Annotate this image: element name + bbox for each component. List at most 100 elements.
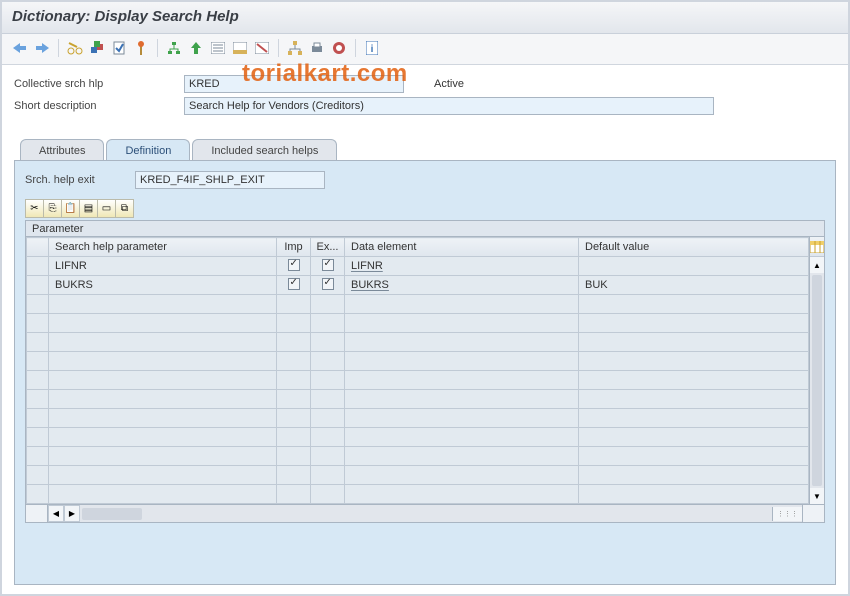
row-selector[interactable] (27, 409, 49, 428)
col-header-exp[interactable]: Ex... (311, 238, 345, 257)
cell-imp[interactable] (277, 295, 311, 314)
cell-param[interactable] (49, 390, 277, 409)
cell-exp[interactable] (311, 295, 345, 314)
cut-button[interactable]: ✂ (25, 199, 44, 218)
back-button[interactable] (10, 38, 30, 58)
cell-default[interactable] (579, 447, 809, 466)
table-row[interactable]: LIFNRLIFNR (27, 257, 809, 276)
insert-row-button[interactable]: ▤ (79, 199, 98, 218)
cell-elem[interactable] (345, 314, 579, 333)
cell-param[interactable] (49, 333, 277, 352)
scroll-up-button[interactable]: ▲ (810, 257, 824, 273)
table-row[interactable] (27, 352, 809, 371)
cell-elem[interactable] (345, 447, 579, 466)
exit-input[interactable] (135, 171, 325, 189)
cell-imp[interactable] (277, 371, 311, 390)
cell-param[interactable] (49, 485, 277, 504)
cell-default[interactable] (579, 428, 809, 447)
scroll-right-button[interactable]: ▶ (64, 505, 80, 522)
cell-elem[interactable] (345, 466, 579, 485)
cell-exp[interactable] (311, 352, 345, 371)
cell-exp[interactable] (311, 485, 345, 504)
row-selector[interactable] (27, 466, 49, 485)
row-selector[interactable] (27, 333, 49, 352)
cell-default[interactable] (579, 371, 809, 390)
row-selector[interactable] (27, 485, 49, 504)
row-selector[interactable] (27, 295, 49, 314)
cell-imp[interactable] (277, 428, 311, 447)
cell-elem[interactable] (345, 295, 579, 314)
table-row[interactable] (27, 428, 809, 447)
row-selector[interactable] (27, 276, 49, 295)
cell-default[interactable] (579, 409, 809, 428)
duplicate-row-button[interactable]: ⧉ (115, 199, 134, 218)
delete-row-button[interactable]: ▭ (97, 199, 116, 218)
cell-default[interactable]: BUK (579, 276, 809, 295)
cell-exp[interactable] (311, 257, 345, 276)
row-selector[interactable] (27, 352, 49, 371)
h-scroll-thumb[interactable] (82, 508, 142, 520)
cell-default[interactable] (579, 333, 809, 352)
collective-name-input[interactable] (184, 75, 404, 93)
resize-grip[interactable]: ⋮⋮⋮ (772, 507, 802, 521)
cell-imp[interactable] (277, 257, 311, 276)
cell-elem[interactable]: LIFNR (345, 257, 579, 276)
table-row[interactable] (27, 447, 809, 466)
cell-elem[interactable]: BUKRS (345, 276, 579, 295)
cell-default[interactable] (579, 257, 809, 276)
cell-param[interactable] (49, 466, 277, 485)
other-object-button[interactable] (87, 38, 107, 58)
cell-default[interactable] (579, 314, 809, 333)
table-row[interactable] (27, 371, 809, 390)
print-button[interactable] (307, 38, 327, 58)
cell-default[interactable] (579, 352, 809, 371)
short-desc-input[interactable] (184, 97, 714, 115)
cell-imp[interactable] (277, 314, 311, 333)
row-selector-header[interactable] (27, 238, 49, 257)
table-row[interactable] (27, 295, 809, 314)
cell-exp[interactable] (311, 409, 345, 428)
col-header-imp[interactable]: Imp (277, 238, 311, 257)
row-selector[interactable] (27, 257, 49, 276)
cell-elem[interactable] (345, 485, 579, 504)
cell-imp[interactable] (277, 333, 311, 352)
col-header-param[interactable]: Search help parameter (49, 238, 277, 257)
where-used-button[interactable] (164, 38, 184, 58)
cell-param[interactable] (49, 409, 277, 428)
cell-imp[interactable] (277, 276, 311, 295)
table-config-button[interactable] (810, 237, 824, 257)
row-selector[interactable] (27, 447, 49, 466)
cell-exp[interactable] (311, 276, 345, 295)
table-row[interactable] (27, 466, 809, 485)
cell-imp[interactable] (277, 447, 311, 466)
scroll-left-button[interactable]: ◀ (48, 505, 64, 522)
cell-default[interactable] (579, 295, 809, 314)
table-row[interactable] (27, 333, 809, 352)
cell-exp[interactable] (311, 390, 345, 409)
cell-default[interactable] (579, 485, 809, 504)
cell-exp[interactable] (311, 447, 345, 466)
cell-elem[interactable] (345, 352, 579, 371)
cell-elem[interactable] (345, 428, 579, 447)
cell-elem[interactable] (345, 371, 579, 390)
scroll-down-button[interactable]: ▼ (810, 488, 824, 504)
cell-param[interactable]: BUKRS (49, 276, 277, 295)
activate-button[interactable] (131, 38, 151, 58)
tech-settings-button[interactable] (329, 38, 349, 58)
cell-imp[interactable] (277, 485, 311, 504)
append-button[interactable] (230, 38, 250, 58)
table-row[interactable] (27, 314, 809, 333)
table-row[interactable]: BUKRSBUKRSBUK (27, 276, 809, 295)
delete-row-button[interactable] (252, 38, 272, 58)
tab-included[interactable]: Included search helps (192, 139, 337, 161)
cell-param[interactable] (49, 352, 277, 371)
tab-attributes[interactable]: Attributes (20, 139, 104, 161)
row-selector[interactable] (27, 390, 49, 409)
check-button[interactable] (109, 38, 129, 58)
cell-exp[interactable] (311, 333, 345, 352)
cell-exp[interactable] (311, 314, 345, 333)
cell-imp[interactable] (277, 409, 311, 428)
structure-button[interactable] (285, 38, 305, 58)
scroll-thumb[interactable] (812, 275, 822, 486)
cell-exp[interactable] (311, 371, 345, 390)
